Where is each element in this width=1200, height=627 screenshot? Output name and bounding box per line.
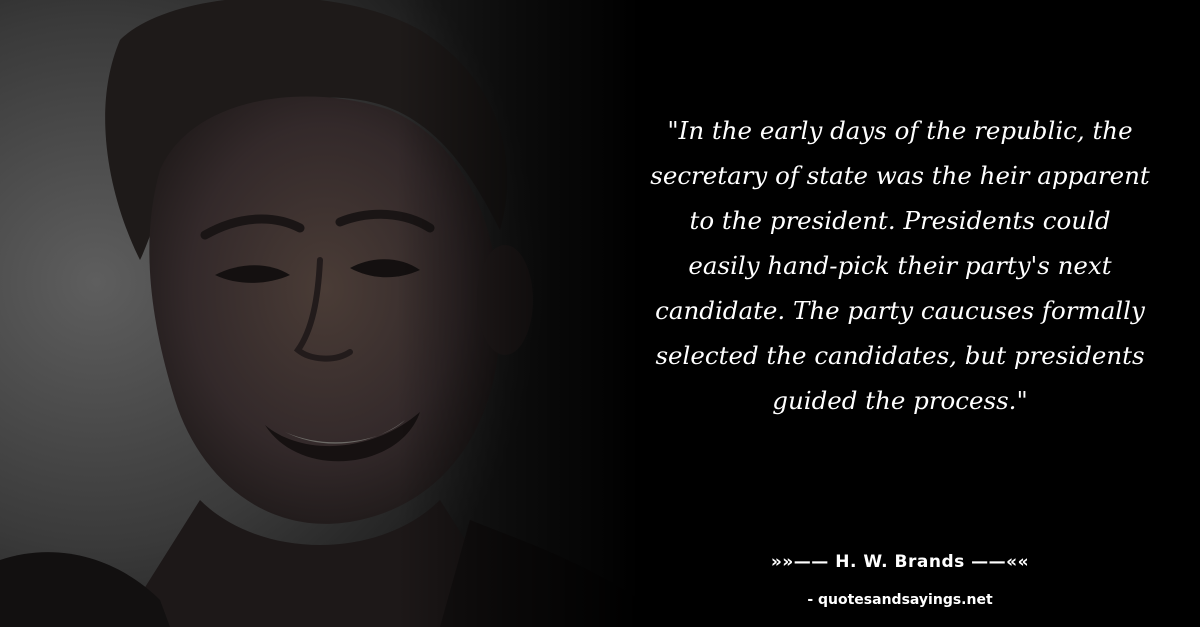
quote-line: guided the process.": [772, 386, 1028, 415]
quote-text: "In the early days of the republic, the …: [615, 108, 1185, 423]
source-site-label: - quotesandsayings.net: [807, 592, 993, 608]
author-attribution: »»—— H. W. Brands ——««: [770, 552, 1030, 572]
photo-fade-overlay: [0, 0, 640, 627]
quote-card: "In the early days of the republic, the …: [0, 0, 1200, 627]
quote-line: to the president. Presidents could: [689, 206, 1111, 235]
author-portrait-photo: [0, 0, 640, 627]
quote-line: "In the early days of the republic, the: [667, 116, 1133, 145]
quote-line: secretary of state was the heir apparent: [650, 161, 1150, 190]
quote-line: candidate. The party caucuses formally: [655, 296, 1145, 325]
quote-line: selected the candidates, but presidents: [655, 341, 1145, 370]
quote-line: easily hand-pick their party's next: [688, 251, 1112, 280]
